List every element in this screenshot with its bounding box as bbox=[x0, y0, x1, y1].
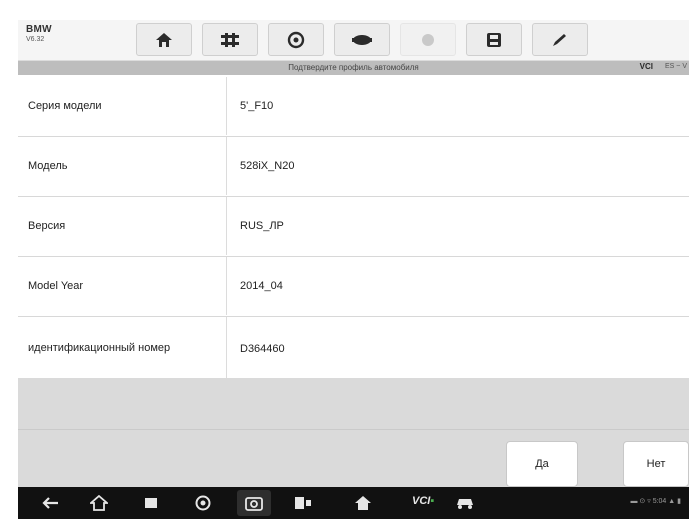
settings-button[interactable] bbox=[268, 23, 324, 56]
app-screen: BMW V6.32 Подтвердите профиль автомобиля… bbox=[0, 0, 689, 519]
brand-version: V6.32 bbox=[26, 36, 45, 43]
row-value: 2014_04 bbox=[240, 280, 283, 292]
no-button[interactable]: Нет bbox=[623, 441, 689, 487]
edit-button[interactable] bbox=[532, 23, 588, 56]
column-divider bbox=[226, 317, 227, 380]
back-button[interactable] bbox=[40, 493, 62, 513]
record-icon bbox=[422, 33, 434, 46]
brand-name: BMW bbox=[26, 24, 52, 35]
back-icon bbox=[42, 497, 58, 509]
column-divider bbox=[226, 257, 227, 315]
action-area bbox=[18, 378, 689, 487]
row-value: D364460 bbox=[240, 342, 285, 355]
row-label: идентификационный номер bbox=[28, 342, 171, 354]
android-nav-bar: VCI▪ ▬ ⊙ ▿ 5:04 ▲ ▮ bbox=[18, 487, 689, 519]
column-divider bbox=[226, 77, 227, 135]
home-icon bbox=[90, 495, 108, 511]
row-value: RUS_ЛР bbox=[240, 220, 284, 232]
row-label: Серия модели bbox=[28, 99, 102, 112]
brand-logo: BMW V6.32 bbox=[26, 24, 136, 54]
vehicle-profile-table: Серия модели 5'_F10 Модель 528iX_N20 Вер… bbox=[18, 77, 689, 382]
save-button[interactable] bbox=[466, 23, 522, 56]
vehicle-swap-icon bbox=[221, 32, 239, 47]
vehicle-swap-button[interactable] bbox=[202, 23, 258, 56]
area-separator bbox=[18, 429, 689, 430]
screen-mirror-icon bbox=[295, 497, 311, 509]
table-row: Серия модели 5'_F10 bbox=[18, 77, 689, 137]
vci-nav-label: VCI bbox=[412, 495, 431, 507]
row-label: Model Year bbox=[28, 279, 84, 292]
chrome-button[interactable] bbox=[192, 493, 214, 513]
page-caption: Подтвердите профиль автомобиля bbox=[288, 63, 419, 72]
vci-nav-button[interactable]: VCI▪ bbox=[412, 495, 434, 507]
home-icon bbox=[156, 32, 172, 47]
car-icon bbox=[457, 499, 473, 509]
vehicle-nav-button[interactable] bbox=[454, 493, 476, 513]
settings-icon bbox=[287, 31, 305, 48]
table-row: Модель 528iX_N20 bbox=[18, 137, 689, 197]
vci-indicator: VCI bbox=[639, 62, 653, 71]
row-value: 5'_F10 bbox=[240, 100, 274, 112]
row-label: Версия bbox=[28, 219, 66, 232]
house-icon bbox=[355, 496, 371, 510]
car-icon bbox=[352, 34, 372, 45]
home-shortcut-button[interactable] bbox=[352, 493, 374, 513]
table-row: Model Year 2014_04 bbox=[18, 257, 689, 317]
home-button[interactable] bbox=[136, 23, 192, 56]
recent-apps-icon bbox=[145, 498, 157, 508]
recent-apps-button[interactable] bbox=[140, 493, 162, 513]
connection-status: ES ~ V bbox=[665, 63, 687, 70]
table-row: идентификационный номер D364460 bbox=[18, 317, 689, 382]
camera-icon bbox=[245, 497, 263, 511]
screen-mirror-button[interactable] bbox=[292, 493, 314, 513]
yes-button[interactable]: Да bbox=[506, 441, 578, 487]
record-button[interactable] bbox=[400, 23, 456, 56]
column-divider bbox=[226, 197, 227, 255]
home-nav-button[interactable] bbox=[88, 493, 110, 513]
table-row: Версия RUS_ЛР bbox=[18, 197, 689, 257]
caption-bar: Подтвердите профиль автомобиля VCI ES ~ … bbox=[18, 61, 689, 75]
column-divider bbox=[226, 137, 227, 195]
system-status: ▬ ⊙ ▿ 5:04 ▲ ▮ bbox=[630, 498, 681, 505]
car-button[interactable] bbox=[334, 23, 390, 56]
vci-connected-icon: ▪ bbox=[430, 495, 435, 507]
camera-button[interactable] bbox=[237, 490, 271, 516]
row-value: 528iX_N20 bbox=[240, 160, 295, 172]
row-label: Модель bbox=[28, 159, 68, 172]
pen-icon bbox=[553, 33, 566, 46]
top-toolbar: BMW V6.32 bbox=[18, 20, 689, 61]
save-icon bbox=[487, 32, 501, 47]
browser-icon bbox=[195, 495, 211, 511]
